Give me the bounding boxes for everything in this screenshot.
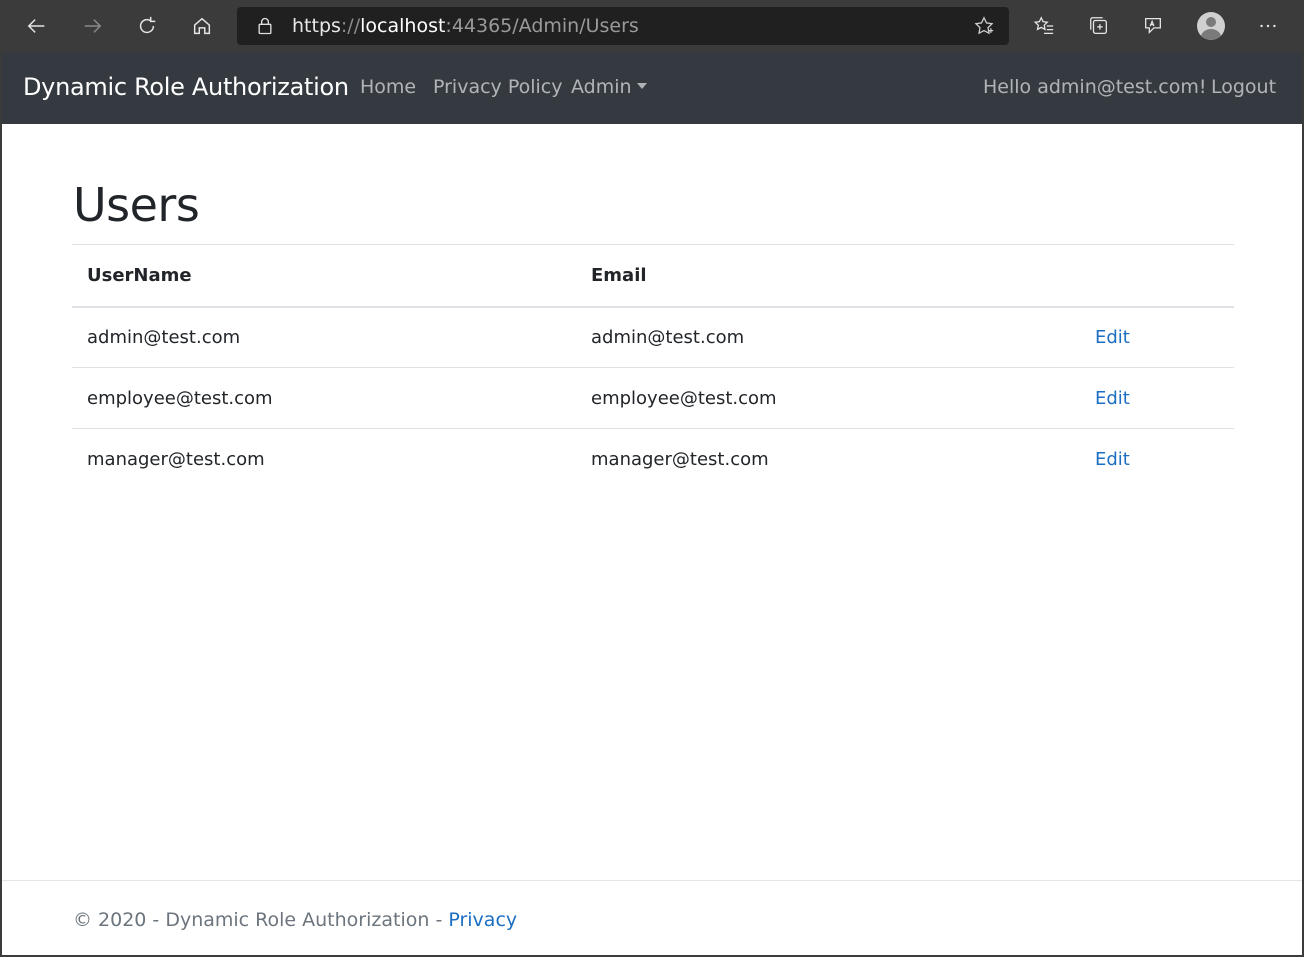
cell-email: employee@test.com (576, 367, 1080, 429)
app-navbar: Dynamic Role Authorization Home Privacy … (2, 52, 1302, 124)
table-header-row: UserName Email (72, 244, 1234, 308)
column-header-actions (1080, 244, 1234, 308)
footer-text: © 2020 - Dynamic Role Authorization - Pr… (73, 909, 517, 931)
cell-actions: Edit (1080, 307, 1234, 368)
cell-email: manager@test.com (576, 428, 1080, 490)
table-row: manager@test.com manager@test.com Edit (72, 428, 1234, 490)
url-scheme: https (292, 15, 341, 37)
forward-icon[interactable] (72, 8, 112, 44)
nav-link-home[interactable]: Home (360, 76, 416, 98)
footer-privacy-link[interactable]: Privacy (448, 909, 517, 931)
url-separator: :// (340, 15, 361, 37)
cell-username: employee@test.com (72, 367, 576, 429)
home-icon[interactable] (182, 8, 222, 44)
nav-link-admin-label: Admin (571, 76, 632, 98)
address-bar[interactable]: https://localhost:44365/Admin/Users (237, 7, 1009, 45)
url-path: :44365/Admin/Users (445, 15, 639, 37)
more-icon[interactable] (1248, 8, 1288, 44)
user-greeting-link[interactable]: Hello admin@test.com! (983, 76, 1206, 98)
caret-down-icon (636, 83, 647, 89)
nav-link-admin-dropdown[interactable]: Admin (571, 76, 647, 98)
profile-icon[interactable] (1191, 8, 1231, 44)
avatar (1197, 12, 1225, 40)
back-icon[interactable] (17, 8, 57, 44)
favorites-icon[interactable] (1024, 8, 1064, 44)
cell-username: admin@test.com (87, 326, 241, 348)
table-row: admin@test.com admin@test.com Edit (72, 307, 1234, 368)
edit-user-link[interactable]: Edit (1095, 327, 1130, 348)
read-aloud-icon[interactable] (1133, 8, 1173, 44)
page-viewport: Dynamic Role Authorization Home Privacy … (0, 52, 1304, 957)
page-title: Users (73, 178, 200, 232)
navbar-brand[interactable]: Dynamic Role Authorization (23, 73, 349, 101)
edit-user-link[interactable]: Edit (1095, 388, 1130, 409)
footer-copyright: © 2020 - Dynamic Role Authorization - (73, 909, 449, 931)
edit-user-link[interactable]: Edit (1095, 449, 1130, 470)
browser-toolbar: https://localhost:44365/Admin/Users (0, 0, 1304, 52)
lock-icon[interactable] (255, 16, 275, 36)
page-footer: © 2020 - Dynamic Role Authorization - Pr… (2, 880, 1302, 955)
url-text[interactable]: https://localhost:44365/Admin/Users (292, 15, 639, 37)
table-row: employee@test.com employee@test.com Edit (72, 367, 1234, 429)
url-host: localhost (360, 15, 446, 37)
logout-link[interactable]: Logout (1211, 76, 1276, 98)
refresh-icon[interactable] (127, 8, 167, 44)
cell-email: admin@test.com (591, 326, 745, 348)
cell-actions: Edit (1080, 367, 1234, 429)
column-header-email: Email (576, 244, 1080, 308)
cell-username: manager@test.com (72, 428, 576, 490)
users-table: UserName Email admin@test.com admin@test… (72, 244, 1234, 490)
cell-actions: Edit (1080, 428, 1234, 490)
collections-icon[interactable] (1079, 8, 1119, 44)
column-header-username: UserName (72, 244, 576, 308)
star-icon[interactable] (973, 15, 995, 37)
nav-link-privacy-policy[interactable]: Privacy Policy (433, 76, 562, 98)
